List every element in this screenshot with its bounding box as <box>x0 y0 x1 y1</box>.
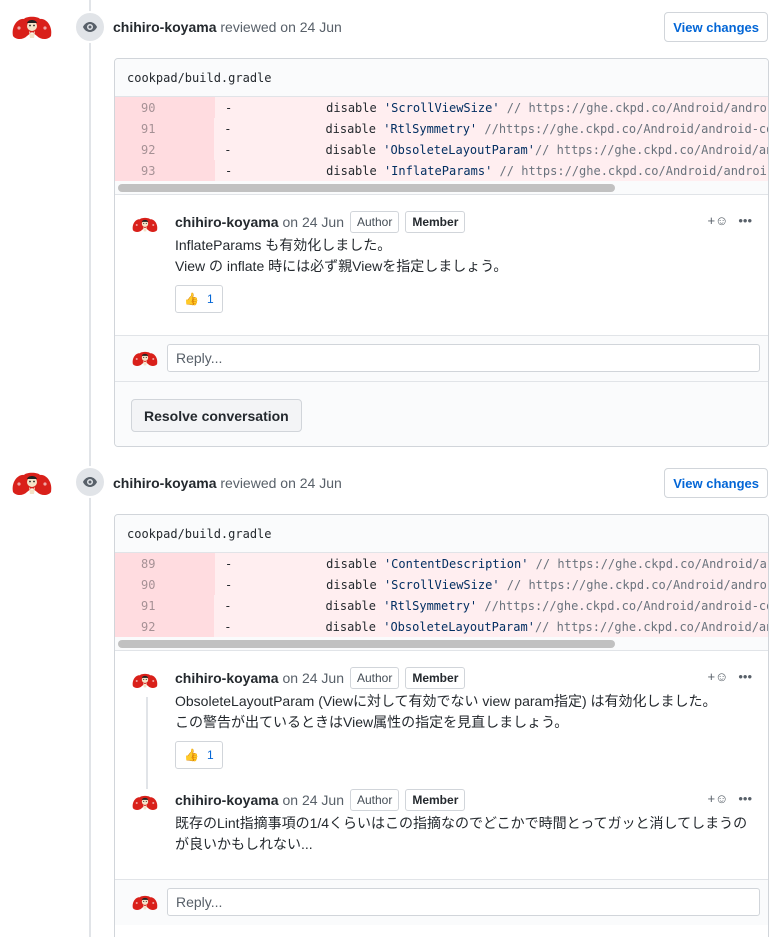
view-changes-button[interactable]: View changes <box>664 468 768 498</box>
reaction-count: 1 <box>206 292 214 306</box>
comment-actions: +☺ ••• <box>707 669 752 684</box>
diff-line: 91 - disable 'RtlSymmetry' //https://ghe… <box>115 118 768 139</box>
file-path[interactable]: cookpad/build.gradle <box>115 515 768 553</box>
member-badge: Member <box>405 211 466 233</box>
avatar <box>131 349 159 369</box>
file-path[interactable]: cookpad/build.gradle <box>115 59 768 97</box>
diff-line: 92 - disable 'ObsoleteLayoutParam'// htt… <box>115 616 768 637</box>
comment-body: 既存のLint指摘事項の1/4くらいはこの指摘なのでどこかで時間とってガッと消し… <box>175 815 748 852</box>
line-number[interactable]: 90 <box>115 97 215 118</box>
resolve-area: Resolve conversation <box>115 381 768 446</box>
kebab-icon[interactable]: ••• <box>738 669 752 684</box>
comment-date[interactable]: on 24 Jun <box>282 792 344 808</box>
review-thread: cookpad/build.gradle 89 - disable 'Conte… <box>114 514 769 937</box>
line-number[interactable]: 92 <box>115 616 215 637</box>
author-badge: Author <box>349 667 400 689</box>
comment-actions: +☺ ••• <box>707 213 752 228</box>
line-number[interactable]: 91 <box>115 595 215 616</box>
review-author[interactable]: chihiro-koyama <box>113 19 216 35</box>
comment-body: ObsoleteLayoutParam (Viewに対して有効でない view … <box>175 693 717 730</box>
avatar[interactable] <box>131 793 159 813</box>
review-action: reviewed on 24 Jun <box>220 19 342 35</box>
review-header: chihiro-koyama reviewed on 24 Jun <box>113 19 342 35</box>
comment-author[interactable]: chihiro-koyama <box>175 670 278 686</box>
review-author[interactable]: chihiro-koyama <box>113 475 216 491</box>
review-header: chihiro-koyama reviewed on 24 Jun <box>113 475 342 491</box>
review-comment: chihiro-koyama on 24 Jun Author Member +… <box>115 195 768 335</box>
comment-header: chihiro-koyama on 24 Jun Author Member <box>175 211 752 233</box>
line-number[interactable]: 91 <box>115 118 215 139</box>
scrollbar-thumb[interactable] <box>118 184 615 192</box>
diff-hunk: 89 - disable 'ContentDescription' // htt… <box>115 553 768 637</box>
comment-author[interactable]: chihiro-koyama <box>175 792 278 808</box>
diff-hunk: 90 - disable 'ScrollViewSize' // https:/… <box>115 97 768 181</box>
comment-date[interactable]: on 24 Jun <box>282 670 344 686</box>
add-reaction-icon[interactable]: +☺ <box>707 791 728 806</box>
author-badge: Author <box>349 211 400 233</box>
kebab-icon[interactable]: ••• <box>738 213 752 228</box>
diff-line: 92 - disable 'ObsoleteLayoutParam'// htt… <box>115 139 768 160</box>
comment-header: chihiro-koyama on 24 Jun Author Member <box>175 789 752 811</box>
diff-line: 89 - disable 'ContentDescription' // htt… <box>115 553 768 574</box>
avatar[interactable] <box>10 470 54 498</box>
diff-line: 90 - disable 'ScrollViewSize' // https:/… <box>115 97 768 118</box>
line-number[interactable]: 93 <box>115 160 215 181</box>
comment-date[interactable]: on 24 Jun <box>282 214 344 230</box>
line-number[interactable]: 92 <box>115 139 215 160</box>
review-comment: chihiro-koyama on 24 Jun Author Member +… <box>115 651 768 789</box>
scrollbar-thumb[interactable] <box>118 640 615 648</box>
review-action: reviewed on 24 Jun <box>220 475 342 491</box>
author-badge: Author <box>349 789 400 811</box>
horizontal-scrollbar[interactable] <box>115 637 768 651</box>
member-badge: Member <box>405 667 466 689</box>
avatar[interactable] <box>131 671 159 691</box>
comment-actions: +☺ ••• <box>707 791 752 806</box>
member-badge: Member <box>405 789 466 811</box>
resolve-conversation-button[interactable]: Resolve conversation <box>131 399 302 432</box>
reply-bar: Reply... <box>115 335 768 381</box>
avatar[interactable] <box>10 14 54 42</box>
thumbs-up-icon: 👍 <box>184 292 199 306</box>
reply-input[interactable]: Reply... <box>167 888 760 916</box>
line-number[interactable]: 90 <box>115 574 215 595</box>
add-reaction-icon[interactable]: +☺ <box>707 213 728 228</box>
eye-icon <box>74 466 106 498</box>
view-changes-button[interactable]: View changes <box>664 12 768 42</box>
thumbs-up-icon: 👍 <box>184 748 199 762</box>
avatar <box>131 893 159 913</box>
comment-author[interactable]: chihiro-koyama <box>175 214 278 230</box>
comment-body: InflateParams も有効化しました。 View の inflate 時… <box>175 237 508 274</box>
diff-line: 91 - disable 'RtlSymmetry' //https://ghe… <box>115 595 768 616</box>
reaction-count: 1 <box>206 748 214 762</box>
add-reaction-icon[interactable]: +☺ <box>707 669 728 684</box>
horizontal-scrollbar[interactable] <box>115 181 768 195</box>
thumbs-up-reaction[interactable]: 👍 1 <box>175 741 223 769</box>
eye-icon <box>74 11 106 43</box>
review-comment: chihiro-koyama on 24 Jun Author Member +… <box>115 773 768 879</box>
kebab-icon[interactable]: ••• <box>738 791 752 806</box>
diff-line: 90 - disable 'ScrollViewSize' // https:/… <box>115 574 768 595</box>
diff-line: 93 - disable 'InflateParams' // https://… <box>115 160 768 181</box>
line-number[interactable]: 89 <box>115 553 215 574</box>
reply-input[interactable]: Reply... <box>167 344 760 372</box>
review-thread: cookpad/build.gradle 90 - disable 'Scrol… <box>114 58 769 447</box>
reply-bar: Reply... <box>115 879 768 925</box>
avatar[interactable] <box>131 215 159 235</box>
thumbs-up-reaction[interactable]: 👍 1 <box>175 285 223 313</box>
comment-header: chihiro-koyama on 24 Jun Author Member <box>175 667 752 689</box>
